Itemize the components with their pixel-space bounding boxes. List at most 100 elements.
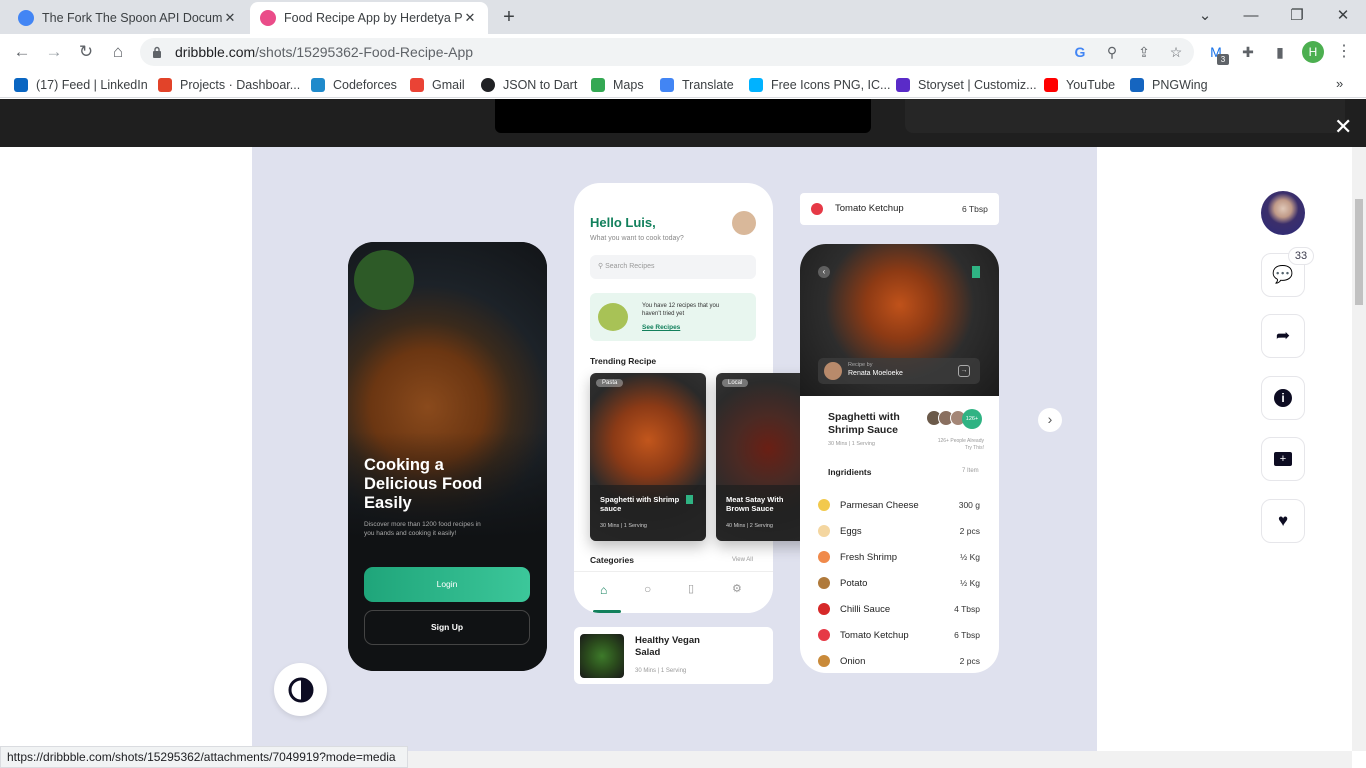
bookmark-label: Maps [613, 78, 644, 92]
banner-text: You have 12 recipes that you haven't tri… [642, 303, 720, 317]
shrimp-icon [818, 551, 830, 563]
detail-meta: 30 Mins | 1 Serving [828, 441, 875, 447]
ingredient-name: Tomato Ketchup [840, 629, 909, 641]
tab-close-icon[interactable]: ✕ [462, 10, 478, 26]
info-button[interactable]: i [1261, 376, 1305, 420]
bookmark-pngwing[interactable]: PNGWing [1130, 76, 1208, 94]
chrome-menu-icon[interactable]: ⋮ [1334, 42, 1354, 62]
ingredient-name: Chilli Sauce [840, 603, 891, 615]
ingredient-qty: 4 Tbsp [954, 604, 980, 614]
folder-plus-icon: + [1274, 452, 1292, 466]
bookmark-linkedin[interactable]: (17) Feed | LinkedIn [14, 76, 148, 94]
bookmark-gmail[interactable]: Gmail [410, 76, 465, 94]
contrast-toggle-button[interactable] [274, 663, 327, 716]
extensions-puzzle-icon[interactable]: ✚ [1238, 42, 1258, 62]
profile-avatar[interactable]: H [1302, 41, 1324, 63]
google-lens-icon[interactable]: G [1070, 42, 1090, 62]
ketchup-icon [811, 203, 823, 215]
bookmark-translate[interactable]: Translate [660, 76, 734, 94]
close-window-button[interactable]: ✕ [1328, 4, 1358, 28]
bookmark-label: Storyset | Customiz... [918, 78, 1037, 92]
see-recipes-link: See Recipes [642, 324, 681, 331]
url-path: /shots/15295362-Food-Recipe-App [255, 44, 474, 60]
zoom-icon[interactable]: ⚲ [1102, 42, 1122, 62]
like-button[interactable]: ♥ [1261, 499, 1305, 543]
tomato-icon [818, 629, 830, 641]
cook-prompt: What you want to cook today? [590, 235, 684, 242]
salad-photo [580, 634, 624, 678]
ingredient-row: Fresh Shrimp ½ Kg [818, 544, 980, 570]
bookmark-youtube[interactable]: YouTube [1044, 76, 1115, 94]
trending-title: Trending Recipe [590, 356, 657, 366]
contrast-icon [288, 677, 314, 703]
trending-meta: 30 Mins | 1 Serving [600, 523, 647, 529]
close-modal-icon[interactable]: ✕ [1334, 114, 1352, 140]
user-avatar [732, 211, 756, 235]
share-icon[interactable]: ⇪ [1134, 42, 1154, 62]
parmesan-icon [818, 499, 830, 511]
onboarding-headline: Cooking a Delicious Food Easily [364, 456, 483, 512]
people-text: 126+ People Already Try This! [937, 438, 984, 451]
card-caption-bg [590, 485, 706, 541]
ingredient-name: Potato [840, 577, 868, 589]
url-host: dribbble.com [175, 44, 256, 60]
ingredients-list: Parmesan Cheese 300 g Eggs 2 pcs Fresh Shr… [818, 492, 980, 673]
tab-close-icon[interactable]: ✕ [222, 10, 238, 26]
extension-badge: 3 [1217, 54, 1229, 65]
bookmark-json-to-dart[interactable]: JSON to Dart [481, 76, 577, 94]
ingredient-row: Potato ½ Kg [818, 570, 980, 596]
bookmark-star-icon[interactable]: ☆ [1166, 42, 1186, 62]
restore-button[interactable]: ❐ [1282, 4, 1312, 28]
people-count-badge: 126+ [962, 409, 982, 429]
add-to-collection-button[interactable]: + [1261, 437, 1305, 481]
ingredient-row: Tomato Ketchup 6 Tbsp [818, 622, 980, 648]
bookmark-codeforces[interactable]: Codeforces [311, 76, 397, 94]
side-panel-icon[interactable]: ▮ [1270, 42, 1290, 62]
bookmark-maps[interactable]: Maps [591, 76, 644, 94]
back-button[interactable]: ← [10, 40, 34, 64]
free-icons-icon [749, 78, 763, 92]
ingredient-name: Fresh Shrimp [840, 551, 898, 563]
ingredients-title: Ingridients [828, 467, 872, 477]
ketchup-card: Tomato Ketchup 6 Tbsp [800, 193, 999, 225]
home-button[interactable]: ⌂ [106, 40, 130, 64]
next-shot-chevron-icon[interactable]: › [1038, 408, 1062, 432]
author-bar: Recipe by Renata Moeloeke → [818, 358, 980, 384]
maps-icon [591, 78, 605, 92]
greeting: Hello Luis, [590, 215, 656, 230]
shot-image[interactable]: Cooking a Delicious Food Easily Discover… [252, 147, 1097, 751]
trending-name: Meat Satay With Brown Sauce [726, 495, 784, 513]
share-button[interactable]: ➦ [1261, 314, 1305, 358]
new-tab-button[interactable]: + [497, 6, 521, 30]
scrollbar-thumb[interactable] [1355, 199, 1363, 305]
login-button: Login [364, 567, 530, 602]
more-bookmarks-chevron-icon[interactable]: » [1336, 76, 1343, 91]
minimize-button[interactable]: — [1236, 4, 1266, 28]
forward-button[interactable]: → [42, 40, 66, 64]
tab-title: The Fork The Spoon API Docume [42, 11, 222, 25]
linkedin-icon [14, 78, 28, 92]
salad-name: Healthy Vegan Salad [635, 635, 700, 658]
back-arrow-icon: ‹ [818, 266, 830, 278]
url-text[interactable]: dribbble.com/shots/15295362-Food-Recipe-… [175, 44, 473, 60]
designer-avatar[interactable] [1261, 191, 1305, 235]
bookmark-free-icons[interactable]: Free Icons PNG, IC... [749, 76, 890, 94]
ingredient-name: Parmesan Cheese [840, 499, 919, 511]
storyset-icon [896, 78, 910, 92]
bookmark-storyset[interactable]: Storyset | Customiz... [896, 76, 1037, 94]
recipes-banner: You have 12 recipes that you haven't tri… [590, 293, 756, 341]
bookmark-label: Gmail [432, 78, 465, 92]
onion-icon [818, 655, 830, 667]
lock-icon[interactable] [152, 45, 162, 58]
bookmark-gitlab[interactable]: Projects · Dashboar... [158, 76, 300, 94]
active-nav-indicator [593, 610, 621, 613]
comment-icon: 💬 [1272, 265, 1294, 284]
ketchup-name: Tomato Ketchup [835, 203, 904, 214]
vertical-scrollbar[interactable] [1352, 147, 1366, 751]
tab-food-recipe[interactable]: Food Recipe App by Herdetya Pr ✕ [250, 2, 488, 34]
tab-fork-spoon[interactable]: The Fork The Spoon API Docume ✕ [8, 2, 248, 34]
tab-search-chevron-icon[interactable]: ⌄ [1190, 4, 1220, 28]
potato-icon [818, 577, 830, 589]
ingredient-qty: 6 Tbsp [954, 630, 980, 640]
reload-button[interactable]: ↻ [74, 40, 98, 64]
